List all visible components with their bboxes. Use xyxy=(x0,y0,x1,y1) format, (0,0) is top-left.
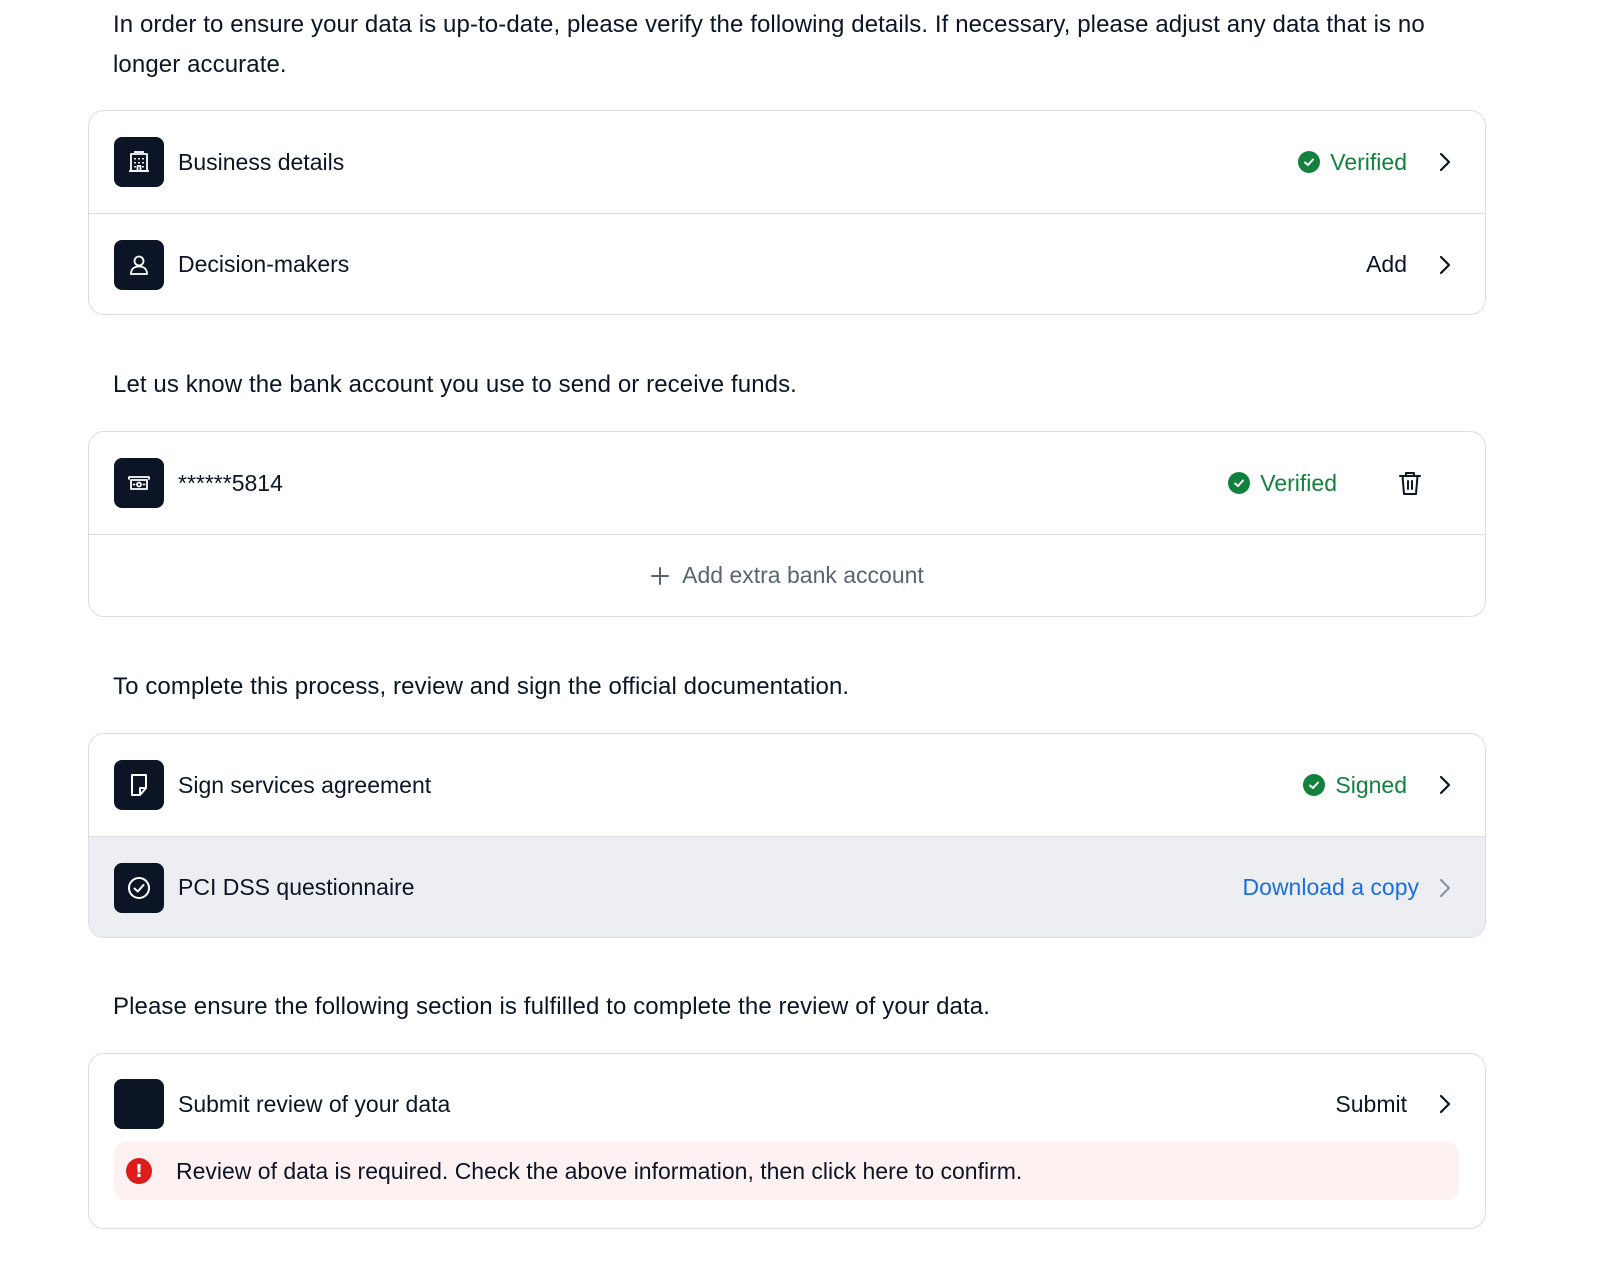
verified-status: Verified xyxy=(1228,470,1337,497)
pci-dss-questionnaire-row[interactable]: PCI DSS questionnaire Download a copy xyxy=(89,836,1485,937)
building-icon xyxy=(114,137,164,187)
add-extra-bank-account-label: Add extra bank account xyxy=(682,562,924,588)
chevron-right-icon[interactable] xyxy=(1435,1093,1455,1115)
decision-makers-label: Decision-makers xyxy=(178,251,350,277)
review-icon xyxy=(114,1079,164,1129)
submit-review-label: Submit review of your data xyxy=(178,1091,451,1117)
intro-review: Please ensure the following section is f… xyxy=(113,993,990,1020)
bank-card: ******5814 Verified Add extra bank accou… xyxy=(88,431,1486,617)
chevron-right-icon[interactable] xyxy=(1435,151,1455,173)
verified-status-text: Verified xyxy=(1260,469,1337,496)
error-icon: ! xyxy=(126,1158,152,1184)
submit-review-button[interactable]: Submit xyxy=(1335,1091,1407,1118)
verification-page: In order to ensure your data is up-to-da… xyxy=(0,0,1600,1268)
signed-status-text: Signed xyxy=(1335,771,1407,798)
review-required-alert[interactable]: ! Review of data is required. Check the … xyxy=(114,1142,1459,1200)
business-details-row[interactable]: Business details Verified xyxy=(89,111,1485,213)
plus-icon xyxy=(650,566,670,586)
signed-status: Signed xyxy=(1303,772,1407,799)
sign-services-agreement-label: Sign services agreement xyxy=(178,771,432,798)
trash-icon xyxy=(1399,472,1421,495)
verified-status: Verified xyxy=(1298,149,1407,176)
business-details-label: Business details xyxy=(178,148,345,175)
review-card: Submit review of your data Submit ! Revi… xyxy=(88,1053,1486,1229)
check-circle-icon xyxy=(1228,472,1251,494)
submit-review-row[interactable]: Submit review of your data Submit xyxy=(89,1054,1485,1156)
chevron-right-icon[interactable] xyxy=(1435,254,1455,276)
bank-account-row[interactable]: ******5814 Verified xyxy=(89,432,1485,534)
verified-status-text: Verified xyxy=(1330,148,1407,175)
sign-services-agreement-row[interactable]: Sign services agreement Signed xyxy=(89,734,1485,836)
document-icon xyxy=(114,760,164,810)
documents-card: Sign services agreement Signed PCI DSS q… xyxy=(88,733,1486,938)
bank-account-label: ******5814 xyxy=(178,469,283,496)
download-copy-link[interactable]: Download a copy xyxy=(1243,874,1419,901)
check-circle-icon xyxy=(114,862,164,913)
chevron-right-icon[interactable] xyxy=(1435,877,1455,899)
bank-note-icon xyxy=(114,458,164,508)
check-circle-icon xyxy=(1303,774,1326,796)
delete-bank-account-button[interactable] xyxy=(1397,469,1423,497)
intro-bank: Let us know the bank account you use to … xyxy=(113,371,797,398)
review-required-alert-text: Review of data is required. Check the ab… xyxy=(176,1157,1023,1184)
person-icon xyxy=(114,239,164,290)
pci-dss-questionnaire-label: PCI DSS questionnaire xyxy=(178,874,415,900)
chevron-right-icon[interactable] xyxy=(1435,774,1455,796)
details-card: Business details Verified Decision-maker… xyxy=(88,110,1486,315)
add-decision-maker-button[interactable]: Add xyxy=(1366,251,1407,278)
check-circle-icon xyxy=(1298,151,1321,173)
decision-makers-row[interactable]: Decision-makers Add xyxy=(89,213,1485,314)
add-extra-bank-account-button[interactable]: Add extra bank account xyxy=(89,534,1485,616)
intro-personal-details: In order to ensure your data is up-to-da… xyxy=(113,11,1425,78)
intro-documents: To complete this process, review and sig… xyxy=(113,673,850,700)
